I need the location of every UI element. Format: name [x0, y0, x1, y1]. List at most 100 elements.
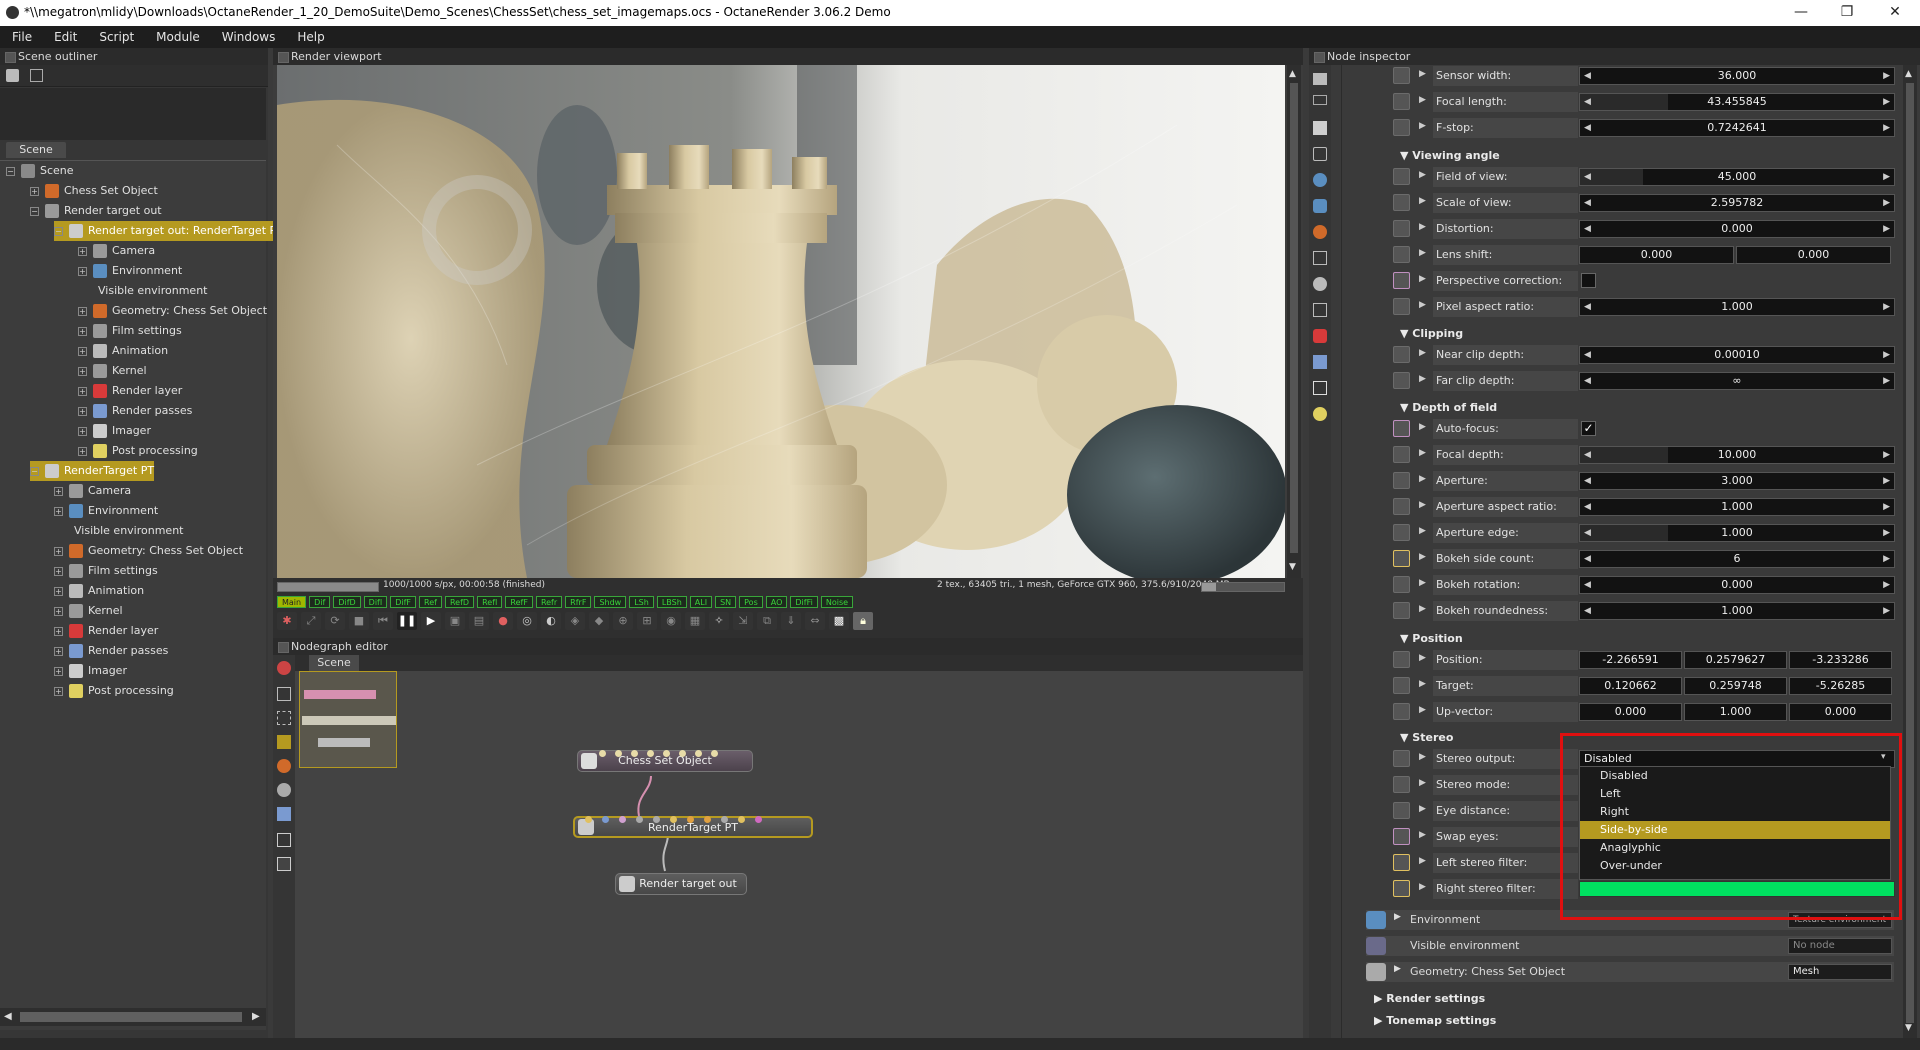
expand-icon[interactable]: +: [78, 366, 87, 376]
scroll-right-icon[interactable]: ▶: [252, 1011, 260, 1022]
render-pass-button[interactable]: Noise: [820, 596, 854, 608]
outliner-hscrollbar[interactable]: ◀ ▶: [0, 1008, 266, 1026]
geometry-icon[interactable]: [1313, 225, 1327, 239]
perspective-correction-row[interactable]: ▶ Perspective correction:: [1393, 271, 1898, 291]
pin-type-icon[interactable]: [1393, 298, 1410, 315]
node-input-pin[interactable]: [670, 816, 677, 823]
node-input-pin[interactable]: [687, 816, 694, 823]
outliner-item[interactable]: + Chess Set Object: [30, 181, 158, 201]
padlock-icon[interactable]: 🔒︎: [853, 612, 873, 630]
scroll-up-icon[interactable]: ▲: [1289, 69, 1296, 79]
pin-type-icon[interactable]: [1393, 854, 1410, 871]
selected-tool-icon[interactable]: [277, 735, 291, 749]
decal-icon[interactable]: ✧: [709, 612, 729, 630]
decrement-arrow-icon[interactable]: ◀: [1584, 120, 1591, 136]
node-input-pin[interactable]: [711, 750, 718, 757]
node-input-pin[interactable]: [738, 816, 745, 823]
pin-type-icon[interactable]: [1393, 346, 1410, 363]
node-input-pin[interactable]: [663, 750, 670, 757]
expand-icon[interactable]: +: [78, 346, 87, 356]
geometry-pin-row[interactable]: ▶ Geometry: Chess Set Object Mesh: [1366, 962, 1894, 982]
vector-component-field[interactable]: 0.000: [1736, 246, 1891, 264]
render-pass-button[interactable]: RefI: [477, 596, 503, 608]
decrement-arrow-icon[interactable]: ◀: [1584, 499, 1591, 515]
menu-windows[interactable]: Windows: [211, 26, 287, 48]
outliner-item[interactable]: + Geometry: Chess Set Object: [78, 301, 267, 321]
render-pass-button[interactable]: Refr: [535, 596, 563, 608]
pin-type-icon[interactable]: [1393, 67, 1410, 84]
pin-type-icon[interactable]: [1393, 194, 1410, 211]
value-slider[interactable]: ◀ 36.000 ▶: [1579, 67, 1895, 85]
value-slider[interactable]: ◀ 0.000 ▶: [1579, 220, 1895, 238]
increment-arrow-icon[interactable]: ▶: [1883, 68, 1890, 84]
white-balance-icon[interactable]: ◐: [541, 612, 561, 630]
environment-icon[interactable]: [1313, 173, 1327, 187]
expand-arrow-icon[interactable]: ▶: [1419, 248, 1426, 258]
expand-arrow-icon[interactable]: ▶: [1419, 778, 1426, 788]
decrement-arrow-icon[interactable]: ◀: [1584, 551, 1591, 567]
auto-arrange-icon[interactable]: [277, 687, 291, 701]
increment-arrow-icon[interactable]: ▶: [1883, 169, 1890, 185]
save-render-icon[interactable]: ⇓: [781, 612, 801, 630]
scroll-down-icon[interactable]: ▼: [1905, 1023, 1912, 1033]
expand-arrow-icon[interactable]: ▶: [1419, 856, 1426, 866]
decrement-arrow-icon[interactable]: ◀: [1584, 525, 1591, 541]
render-pass-button[interactable]: RefF: [505, 596, 533, 608]
lock-icon[interactable]: ⊞: [637, 612, 657, 630]
increment-arrow-icon[interactable]: ▶: [1883, 447, 1890, 463]
increment-arrow-icon[interactable]: ▶: [1883, 473, 1890, 489]
node-input-pin[interactable]: [615, 750, 622, 757]
expand-arrow-icon[interactable]: ▶: [1419, 222, 1426, 232]
viewport-vscrollbar[interactable]: ▲ ▼: [1287, 65, 1301, 578]
increment-arrow-icon[interactable]: ▶: [1883, 299, 1890, 315]
expand-icon[interactable]: +: [54, 546, 63, 556]
expand-arrow-icon[interactable]: ▶: [1419, 653, 1426, 663]
vector-component-field[interactable]: 0.259748: [1684, 677, 1787, 695]
expand-icon[interactable]: +: [54, 626, 63, 636]
value-slider[interactable]: ◀ 0.00010 ▶: [1579, 346, 1895, 364]
outliner-item[interactable]: + Film settings: [78, 321, 182, 341]
render-target-icon[interactable]: [1313, 121, 1327, 135]
increment-arrow-icon[interactable]: ▶: [1883, 577, 1890, 593]
pin-type-icon[interactable]: [1393, 246, 1410, 263]
node-input-pin[interactable]: [755, 816, 762, 823]
property-row[interactable]: ▶ Aperture edge: ◀ 1.000 ▶: [1393, 523, 1898, 543]
scroll-thumb[interactable]: [20, 1012, 242, 1022]
property-row[interactable]: ▶ Sensor width: ◀ 36.000 ▶: [1393, 66, 1898, 86]
section-depth-of-field[interactable]: ▼ Depth of field: [1400, 401, 1497, 414]
render-pass-button[interactable]: AO: [765, 596, 788, 608]
outliner-item[interactable]: + Animation: [54, 581, 144, 601]
render-pass-button[interactable]: Ref: [419, 596, 442, 608]
table-tool-icon[interactable]: [277, 857, 291, 871]
node-input-pin[interactable]: [619, 816, 626, 823]
compare-icon[interactable]: ⇔: [805, 612, 825, 630]
menu-edit[interactable]: Edit: [43, 26, 88, 48]
node-input-pin[interactable]: [602, 816, 609, 823]
render-pass-button[interactable]: DifI: [363, 596, 388, 608]
increment-arrow-icon[interactable]: ▶: [1883, 221, 1890, 237]
outliner-item[interactable]: + Render passes: [78, 401, 192, 421]
play-icon[interactable]: ▶: [421, 612, 441, 630]
vector-component-field[interactable]: 0.120662: [1579, 677, 1682, 695]
outliner-item[interactable]: + Render layer: [78, 381, 182, 401]
restart-icon[interactable]: ⏮: [373, 612, 393, 630]
color-picker-icon[interactable]: ●: [493, 612, 513, 630]
collapse-icon[interactable]: −: [30, 466, 39, 476]
expand-arrow-icon[interactable]: ▶: [1419, 196, 1426, 206]
expand-arrow-icon[interactable]: ▶: [1419, 374, 1426, 384]
value-slider[interactable]: ◀ 6 ▶: [1579, 550, 1895, 568]
pin-type-icon[interactable]: [1393, 446, 1410, 463]
decrement-arrow-icon[interactable]: ◀: [1584, 221, 1591, 237]
post-processing-icon[interactable]: [1313, 407, 1327, 421]
expand-arrow-icon[interactable]: ▶: [1419, 830, 1426, 840]
render-pass-button[interactable]: DifFi: [790, 596, 818, 608]
increment-arrow-icon[interactable]: ▶: [1883, 347, 1890, 363]
expand-icon[interactable]: +: [54, 646, 63, 656]
focus-picker-icon[interactable]: ◎: [517, 612, 537, 630]
expand-icon[interactable]: +: [78, 326, 87, 336]
expand-arrow-icon[interactable]: ▶: [1419, 526, 1426, 536]
outliner-item[interactable]: + Film settings: [54, 561, 158, 581]
node-input-pin[interactable]: [653, 816, 660, 823]
lens-shift-row[interactable]: ▶ Lens shift: 0.000 0.000: [1393, 245, 1898, 265]
minimize-button[interactable]: —: [1778, 0, 1824, 26]
